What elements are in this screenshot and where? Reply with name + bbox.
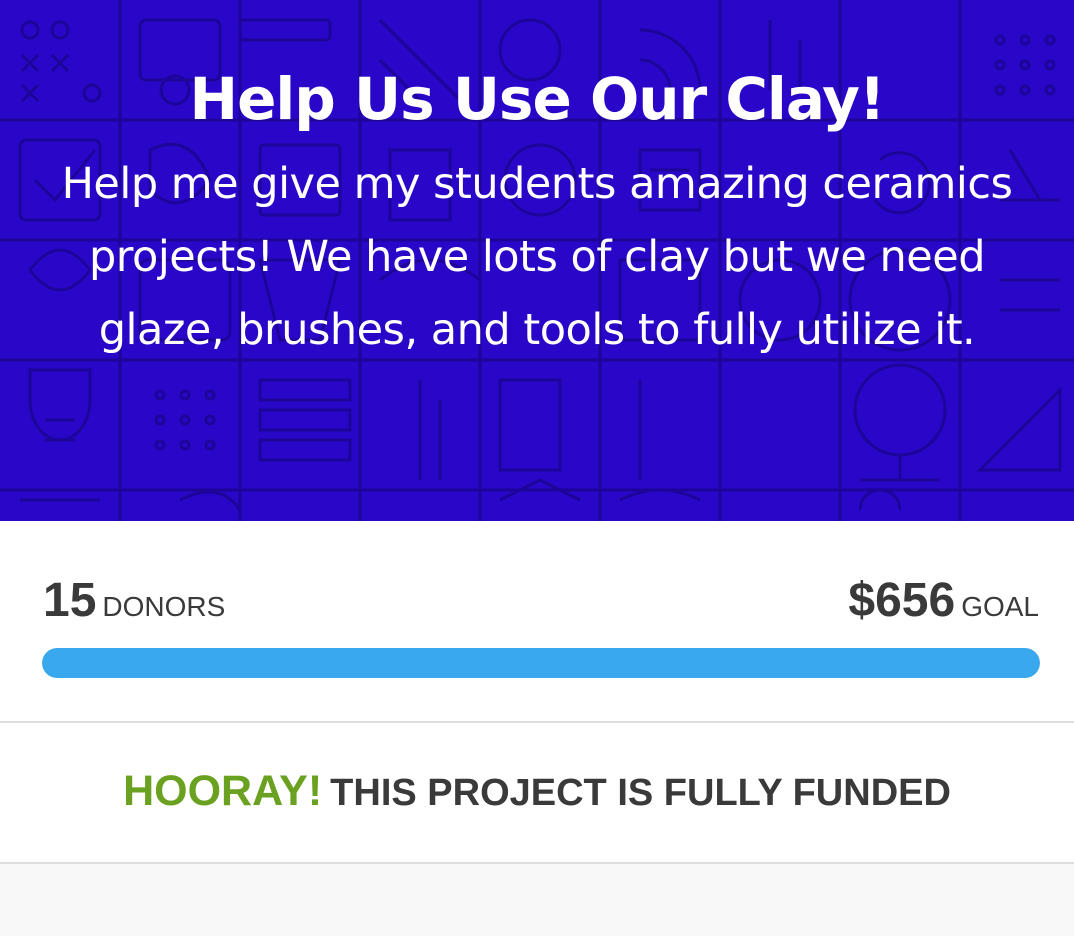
- hero-content: Help Us Use Our Clay! Help me give my st…: [0, 0, 1074, 367]
- funded-status-section: HOORAY! THIS PROJECT IS FULLY FUNDED: [0, 723, 1074, 864]
- fully-funded-message: THIS PROJECT IS FULLY FUNDED: [330, 772, 951, 814]
- progress-bar: [42, 648, 1040, 678]
- goal-label: GOAL: [961, 591, 1039, 622]
- funding-progress-section: 15 DONORS $656 GOAL: [0, 521, 1074, 723]
- goal-stat: $656 GOAL: [848, 573, 1039, 628]
- funded-status-line: HOORAY! THIS PROJECT IS FULLY FUNDED: [0, 767, 1074, 816]
- donors-label: DONORS: [102, 591, 226, 622]
- project-title: Help Us Use Our Clay!: [189, 65, 886, 133]
- hooray-text: HOORAY!: [123, 767, 323, 815]
- goal-amount: $656: [848, 574, 956, 627]
- donors-count: 15: [43, 574, 97, 627]
- progress-bar-fill: [42, 648, 1040, 678]
- project-hero-banner: Help Us Use Our Clay! Help me give my st…: [0, 0, 1074, 521]
- project-description: Help me give my students amazing ceramic…: [61, 159, 1013, 355]
- donors-stat: 15 DONORS: [43, 573, 225, 628]
